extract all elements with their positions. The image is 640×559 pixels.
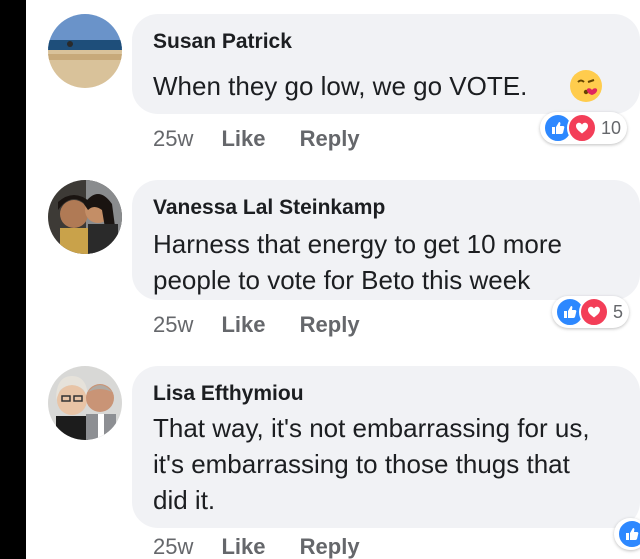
- comment-text-line: When they go low, we go VOTE.: [153, 71, 528, 101]
- reply-button[interactable]: Reply: [300, 534, 360, 559]
- love-icon: [567, 113, 597, 143]
- avatar[interactable]: [48, 14, 122, 88]
- comment-text-line: did it.: [153, 485, 216, 515]
- like-button[interactable]: Like: [221, 126, 265, 152]
- comment-author[interactable]: Lisa Efthymiou: [153, 382, 304, 406]
- left-edge-bar: [0, 0, 26, 559]
- comment-meta: 25w Like Reply: [153, 534, 360, 559]
- comment-text-line: Harness that energy to get 10 more: [153, 229, 563, 259]
- comment-text-line: it's embarrassing to those thugs that: [153, 449, 570, 479]
- comments-page: Susan Patrick When they go low, we go VO…: [0, 0, 640, 559]
- comment-text-line: That way, it's not embarrassing for us,: [153, 413, 590, 443]
- love-icon: [579, 297, 609, 327]
- avatar[interactable]: [48, 180, 122, 254]
- reply-button[interactable]: Reply: [300, 312, 360, 338]
- like-button[interactable]: Like: [221, 312, 265, 338]
- reaction-summary[interactable]: 10: [540, 112, 628, 144]
- comment-meta: 25w Like Reply: [153, 312, 360, 338]
- comment-time[interactable]: 25w: [153, 534, 193, 559]
- like-icon: [617, 519, 640, 549]
- comment-author[interactable]: Vanessa Lal Steinkamp: [153, 196, 385, 220]
- comment-meta: 25w Like Reply: [153, 126, 360, 152]
- reply-button[interactable]: Reply: [300, 126, 360, 152]
- reaction-summary[interactable]: 5: [552, 296, 630, 328]
- comment-text-line: people to vote for Beto this week: [153, 265, 531, 295]
- reaction-count: 10: [601, 117, 622, 138]
- comment-time[interactable]: 25w: [153, 312, 193, 338]
- comment-time[interactable]: 25w: [153, 126, 193, 152]
- avatar[interactable]: [48, 366, 122, 440]
- comment-author[interactable]: Susan Patrick: [153, 30, 292, 54]
- kissing-heart-emoji-icon: [570, 70, 602, 102]
- reaction-count: 5: [613, 301, 624, 322]
- reaction-summary[interactable]: [614, 518, 640, 550]
- like-button[interactable]: Like: [221, 534, 265, 559]
